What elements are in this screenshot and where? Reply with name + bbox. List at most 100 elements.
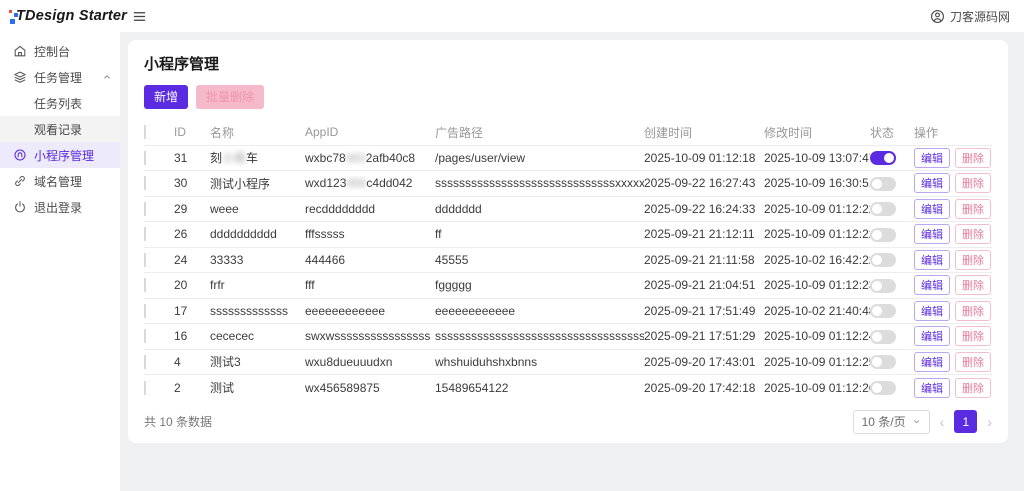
cell-name: 测试 [210,381,235,396]
cell-created: 2025-09-21 21:12:11 [644,227,755,242]
row-checkbox[interactable] [144,329,146,344]
status-toggle[interactable] [870,381,896,396]
status-toggle[interactable] [870,253,896,268]
sidebar-item-logout[interactable]: 退出登录 [0,194,120,220]
delete-button[interactable]: 删除 [955,147,991,168]
cell-modified: 2025-10-09 01:12:26 [764,380,870,395]
edit-button[interactable]: 编辑 [914,377,950,398]
total-count-label: 共 10 条数据 [144,415,213,429]
sidebar-item-label: 退出登录 [34,200,83,215]
table-row: 31 刻小易车 wxbc785632afb40c8 /pages/user/vi… [144,146,992,171]
prev-page-button[interactable]: ‹ [940,415,945,429]
sidebar-item-task-list[interactable]: 任务列表 [0,90,120,116]
home-icon [14,45,26,57]
delete-button[interactable]: 删除 [955,300,991,321]
table-row: 17 sssssssssssss eeeeeeeeeeee eeeeeeeeee… [144,299,992,324]
row-checkbox[interactable] [144,354,146,369]
status-toggle[interactable] [870,355,896,370]
cell-path: /pages/user/view [435,150,526,165]
cell-id: 29 [174,201,188,216]
row-checkbox[interactable] [144,380,146,395]
sidebar-item-task-management[interactable]: 任务管理 [0,64,120,90]
sidebar-item-dashboard[interactable]: 控制台 [0,38,120,64]
delete-button[interactable]: 删除 [955,249,991,270]
sidebar-item-watch-records[interactable]: 观看记录 [0,116,120,142]
sidebar-item-miniprogram-management[interactable]: 小程序管理 [0,142,120,168]
status-toggle[interactable] [870,202,896,217]
delete-button[interactable]: 删除 [955,351,991,372]
table-footer: 共 10 条数据 10 条/页 ‹ 1 › [144,401,992,443]
cell-name: 33333 [210,252,244,267]
cell-appid: fffsssss [305,227,345,242]
delete-button[interactable]: 删除 [955,198,991,219]
delete-button[interactable]: 删除 [955,173,991,194]
cell-name: 刻小易车 [210,151,259,166]
row-checkbox[interactable] [144,252,146,267]
table-row: 4 测试3 wxu8dueuuudxn whshuiduhshxbnns 202… [144,350,992,375]
delete-button[interactable]: 删除 [955,275,991,296]
status-toggle[interactable] [870,151,896,166]
status-toggle[interactable] [870,227,896,242]
cell-path: whshuiduhshxbnns [435,354,538,369]
cell-modified: 2025-10-09 01:12:22 [764,227,870,242]
status-toggle[interactable] [870,329,896,344]
table-row: 30 测试小程序 wxd123456c4dd042 ssssssssssssss… [144,171,992,197]
edit-button[interactable]: 编辑 [914,147,950,168]
cell-path: ssssssssssssssssssssssssssssssssssssssss… [435,329,644,344]
next-page-button[interactable]: › [987,415,992,429]
status-toggle[interactable] [870,176,896,191]
status-toggle[interactable] [870,304,896,319]
edit-button[interactable]: 编辑 [914,224,950,245]
brand-logo[interactable]: TDesign Starter [0,7,127,25]
row-checkbox[interactable] [144,278,146,293]
edit-button[interactable]: 编辑 [914,351,950,372]
cell-name: frfr [210,278,225,293]
edit-button[interactable]: 编辑 [914,326,950,347]
current-page-button[interactable]: 1 [954,410,978,433]
row-checkbox[interactable] [144,303,146,318]
edit-button[interactable]: 编辑 [914,173,950,194]
edit-button[interactable]: 编辑 [914,300,950,321]
user-menu[interactable]: 刀客源码网 [930,8,1024,25]
row-checkbox[interactable] [144,176,146,191]
cell-modified: 2025-10-09 01:12:25 [764,354,870,369]
cell-created: 2025-09-21 17:51:49 [644,303,756,318]
table-row: 20 frfr fff fggggg 2025-09-21 21:04:51 2… [144,273,992,299]
page-size-select[interactable]: 10 条/页 [852,409,930,434]
sidebar-item-label: 域名管理 [34,174,83,189]
cell-created: 2025-09-20 17:43:01 [644,354,756,369]
row-checkbox[interactable] [144,227,146,242]
user-name: 刀客源码网 [949,9,1010,24]
cell-id: 24 [174,252,188,267]
select-all-checkbox[interactable] [144,125,146,140]
delete-button[interactable]: 删除 [955,326,991,347]
edit-button[interactable]: 编辑 [914,275,950,296]
edit-button[interactable]: 编辑 [914,249,950,270]
cell-path: eeeeeeeeeeee [435,303,516,318]
cell-created: 2025-09-21 21:04:51 [644,278,756,293]
status-toggle[interactable] [870,278,896,293]
delete-button[interactable]: 删除 [955,377,991,398]
page-title: 小程序管理 [144,56,220,73]
cell-appid: 444466 [305,252,346,267]
cell-path: 45555 [435,252,469,267]
delete-button[interactable]: 删除 [955,224,991,245]
cell-id: 26 [174,227,188,242]
cell-modified: 2025-10-02 16:42:22 [764,252,870,267]
add-button[interactable]: 新增 [144,85,189,109]
power-icon [15,201,25,213]
user-avatar-icon [931,9,944,23]
top-header: TDesign Starter 刀客源码网 [0,0,1024,32]
row-checkbox[interactable] [144,150,146,165]
miniprogram-table: ID 名称 AppID 广告路径 创建时间 修改时间 状态 操作 31 刻小易车… [144,120,992,401]
main-content: 小程序管理 新增 批量删除 ID 名称 AppID 广告路径 创建时间 修改时间… [120,32,1024,491]
batch-delete-button[interactable]: 批量删除 [196,85,265,109]
cell-appid: recdddddddd [305,201,376,216]
sidebar-item-label: 任务列表 [34,96,83,111]
sidebar-item-label: 观看记录 [34,122,83,137]
cell-name: dddddddddd [210,227,277,242]
edit-button[interactable]: 编辑 [914,198,950,219]
hamburger-menu-icon[interactable] [132,9,147,24]
row-checkbox[interactable] [144,201,146,216]
sidebar-item-domain-management[interactable]: 域名管理 [0,168,120,194]
